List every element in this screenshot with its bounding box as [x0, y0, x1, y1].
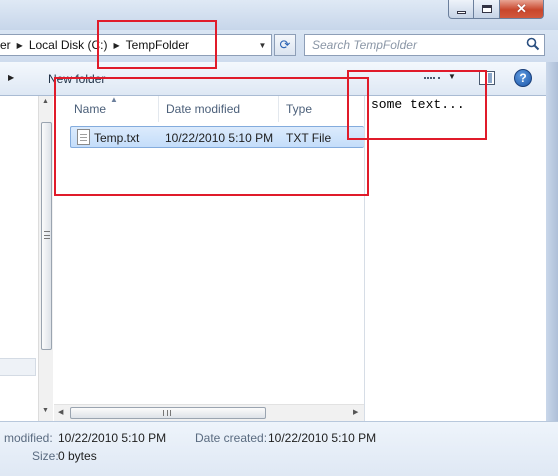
- file-list-horizontal-scrollbar[interactable]: ◀ ▶: [54, 404, 364, 421]
- refresh-button[interactable]: ⟳: [274, 34, 296, 56]
- refresh-icon: ⟳: [279, 37, 291, 52]
- breadcrumb-separator-icon[interactable]: ▶: [17, 41, 23, 50]
- annotation-box-folder: [97, 20, 217, 69]
- minimize-icon: [456, 10, 466, 14]
- size-label: Size:: [32, 449, 59, 463]
- size-value: 0 bytes: [58, 449, 97, 463]
- search-placeholder: Search TempFolder: [312, 38, 417, 52]
- close-icon: ✕: [516, 1, 527, 16]
- date-created-label: Date created:: [195, 431, 268, 445]
- address-row: er ▶ Local Disk (C:) ▶ TempFolder ▼ ⟳ Se…: [0, 30, 558, 62]
- search-input[interactable]: Search TempFolder: [304, 34, 545, 56]
- scroll-left-icon[interactable]: ◀: [58, 408, 63, 416]
- date-created-value: 10/22/2010 5:10 PM: [268, 431, 377, 445]
- window-frame-edge: [546, 62, 558, 422]
- search-icon[interactable]: [526, 37, 540, 51]
- close-button[interactable]: ✕: [500, 0, 544, 19]
- annotation-box-file-list: [54, 77, 369, 196]
- scroll-down-icon[interactable]: ▼: [42, 407, 49, 414]
- breadcrumb-item-local-disk[interactable]: Local Disk (C:): [29, 38, 108, 52]
- organize-arrow-icon[interactable]: ▶: [8, 73, 14, 82]
- modified-label: modified:: [4, 431, 53, 445]
- scrollbar-thumb[interactable]: [41, 122, 52, 350]
- scroll-up-icon[interactable]: ▲: [42, 98, 49, 105]
- help-icon[interactable]: ?: [514, 69, 532, 87]
- chevron-down-icon[interactable]: ▼: [254, 35, 271, 55]
- annotation-box-preview: [347, 70, 487, 140]
- details-pane: modified: 10/22/2010 5:10 PM Date create…: [0, 421, 558, 476]
- scrollbar-thumb[interactable]: [70, 407, 266, 419]
- preview-pane: some text...: [364, 96, 546, 421]
- grip-icon: [44, 231, 50, 239]
- maximize-icon: [481, 5, 492, 13]
- breadcrumb-item[interactable]: er: [0, 38, 11, 52]
- scroll-right-icon[interactable]: ▶: [353, 408, 358, 416]
- minimize-button[interactable]: [448, 0, 474, 19]
- navigation-pane[interactable]: [0, 96, 38, 421]
- modified-value: 10/22/2010 5:10 PM: [58, 431, 167, 445]
- navigation-selected-item[interactable]: [0, 358, 36, 376]
- navigation-scrollbar[interactable]: ▲ ▼: [38, 96, 53, 421]
- grip-icon: [163, 410, 171, 416]
- window-controls: ✕: [448, 0, 544, 21]
- title-bar: ✕: [0, 0, 558, 30]
- maximize-button[interactable]: [474, 0, 500, 19]
